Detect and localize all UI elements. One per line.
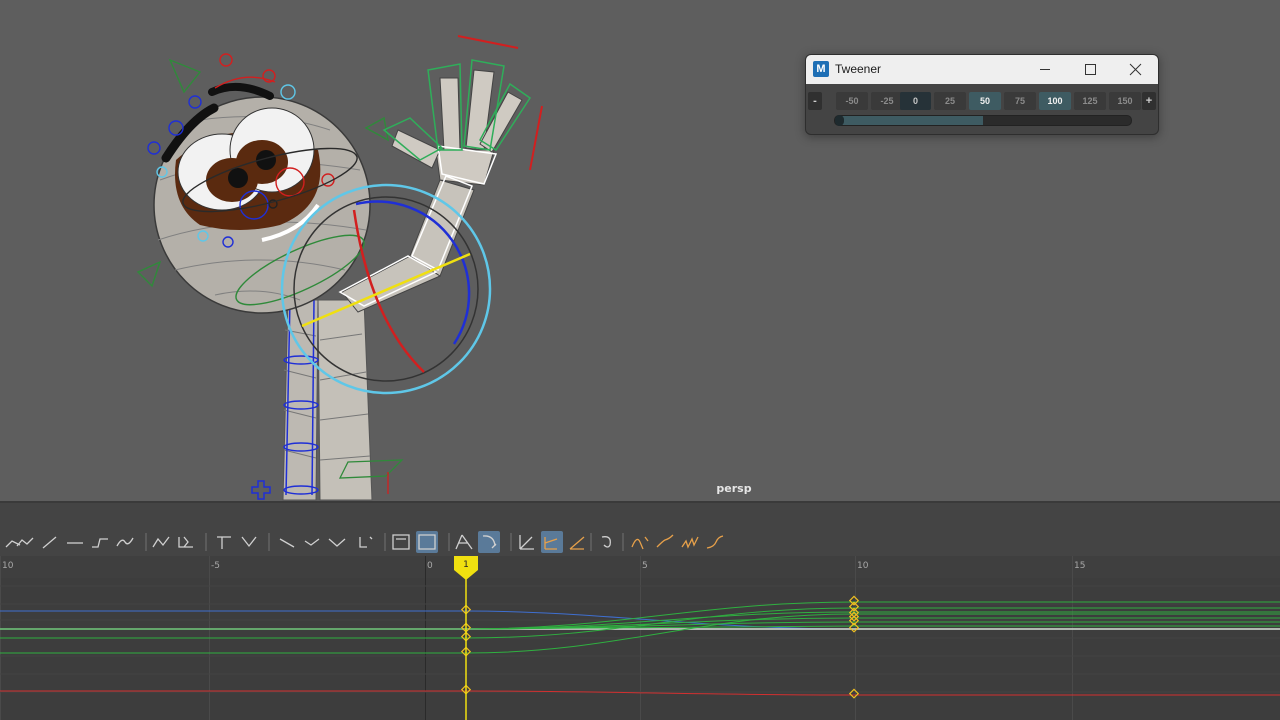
oscillate-icon xyxy=(681,536,699,549)
minimize-button[interactable] xyxy=(1022,55,1068,84)
value-to-time-icon xyxy=(178,536,193,548)
cycle-offset-icon xyxy=(656,534,674,548)
minimize-icon xyxy=(1040,69,1050,70)
time-snap-icon xyxy=(519,535,534,550)
tween-slider-fill xyxy=(835,116,983,125)
tween-button[interactable]: - xyxy=(808,92,822,110)
auto-frame-icon xyxy=(482,535,497,549)
tween-button[interactable]: -25 xyxy=(871,92,903,110)
camera-label: persp xyxy=(716,482,752,495)
unify-tangent-icon xyxy=(279,538,295,548)
free-tangent-weight-icon xyxy=(304,538,320,546)
stack-curves-button[interactable] xyxy=(566,531,588,553)
linear-icon xyxy=(706,535,724,549)
lattice-deform-icon xyxy=(67,542,83,544)
free-tangent-weight-button[interactable] xyxy=(301,531,323,553)
auto-frame-button[interactable] xyxy=(478,531,500,553)
insert-keys-icon xyxy=(16,537,34,547)
time-to-value-icon xyxy=(217,536,231,549)
tween-button[interactable]: -50 xyxy=(836,92,868,110)
tween-button[interactable]: 25 xyxy=(934,92,966,110)
break-tangent-button[interactable] xyxy=(238,531,260,553)
buffer-curve-icon xyxy=(359,536,373,548)
tween-button[interactable]: 100 xyxy=(1039,92,1071,110)
keyframe xyxy=(848,688,860,699)
clamped-tangent-button[interactable] xyxy=(150,531,172,553)
add-key-button[interactable] xyxy=(39,531,61,553)
stacked-view-button[interactable] xyxy=(453,531,475,553)
tween-button[interactable]: + xyxy=(1142,92,1156,110)
tween-slider[interactable] xyxy=(834,115,1132,126)
cycle-offset-button[interactable] xyxy=(654,531,676,553)
auto-tangent-button[interactable] xyxy=(89,531,111,553)
animation-curves[interactable]: 1 xyxy=(0,556,1280,720)
time-snap-button[interactable] xyxy=(516,531,538,553)
oscillate-button[interactable] xyxy=(679,531,701,553)
maximize-button[interactable] xyxy=(1067,55,1113,84)
tween-button[interactable]: 75 xyxy=(1004,92,1036,110)
graph-view-button[interactable] xyxy=(416,531,438,553)
tweener-titlebar[interactable]: M Tweener xyxy=(806,55,1158,84)
toolbar-separator xyxy=(268,533,270,551)
tween-button[interactable]: 0 xyxy=(900,92,931,110)
stack-curves-icon xyxy=(569,536,585,550)
tween-slider-handle[interactable] xyxy=(835,115,844,126)
linear-button[interactable] xyxy=(704,531,726,553)
lock-tangent-weight-button[interactable] xyxy=(326,531,348,553)
add-key-icon xyxy=(42,536,57,549)
toolbar-separator xyxy=(510,533,512,551)
insert-keys-button[interactable] xyxy=(14,531,36,553)
tween-button[interactable]: 150 xyxy=(1109,92,1141,110)
break-tangent-icon xyxy=(241,536,257,548)
close-button[interactable] xyxy=(1112,55,1158,84)
key-tick-icon xyxy=(392,534,410,550)
cycle-icon xyxy=(631,536,649,550)
cycle-button[interactable] xyxy=(629,531,651,553)
buffer-curve-button[interactable] xyxy=(355,531,377,553)
toolbar-separator xyxy=(622,533,624,551)
maximize-icon xyxy=(1085,64,1096,75)
spline-tangent-icon xyxy=(116,537,134,547)
toolbar-separator xyxy=(145,533,147,551)
graph-editor-toolbar xyxy=(0,528,1280,556)
close-icon xyxy=(1129,63,1142,76)
toolbar-separator xyxy=(384,533,386,551)
normalize-icon xyxy=(544,537,558,550)
clamped-tangent-icon xyxy=(152,536,170,548)
tween-button[interactable]: 125 xyxy=(1074,92,1106,110)
toolbar-separator xyxy=(205,533,207,551)
normalize-button[interactable] xyxy=(541,531,563,553)
time-to-value-button[interactable] xyxy=(213,531,235,553)
value-to-time-button[interactable] xyxy=(175,531,197,553)
stacked-view-icon xyxy=(455,534,473,550)
toolbar-separator xyxy=(448,533,450,551)
key-tick-button[interactable] xyxy=(390,531,412,553)
pre-infinity-icon xyxy=(601,536,611,548)
graph-view-icon xyxy=(418,534,436,550)
unify-tangent-button[interactable] xyxy=(276,531,298,553)
window-title: Tweener xyxy=(835,62,882,76)
pre-infinity-button[interactable] xyxy=(596,531,618,553)
tween-button[interactable]: 50 xyxy=(969,92,1001,110)
panel-separator xyxy=(0,503,1280,528)
current-frame-label: 1 xyxy=(463,560,469,570)
lock-tangent-weight-icon xyxy=(328,538,346,547)
auto-tangent-icon xyxy=(92,538,108,548)
toolbar-separator xyxy=(590,533,592,551)
spline-tangent-button[interactable] xyxy=(114,531,136,553)
lattice-deform-button[interactable] xyxy=(64,531,86,553)
maya-logo-icon: M xyxy=(813,61,829,77)
tweener-window[interactable]: M Tweener - -50 -25 0 25 50 75 100 125 150 + xyxy=(805,54,1159,135)
